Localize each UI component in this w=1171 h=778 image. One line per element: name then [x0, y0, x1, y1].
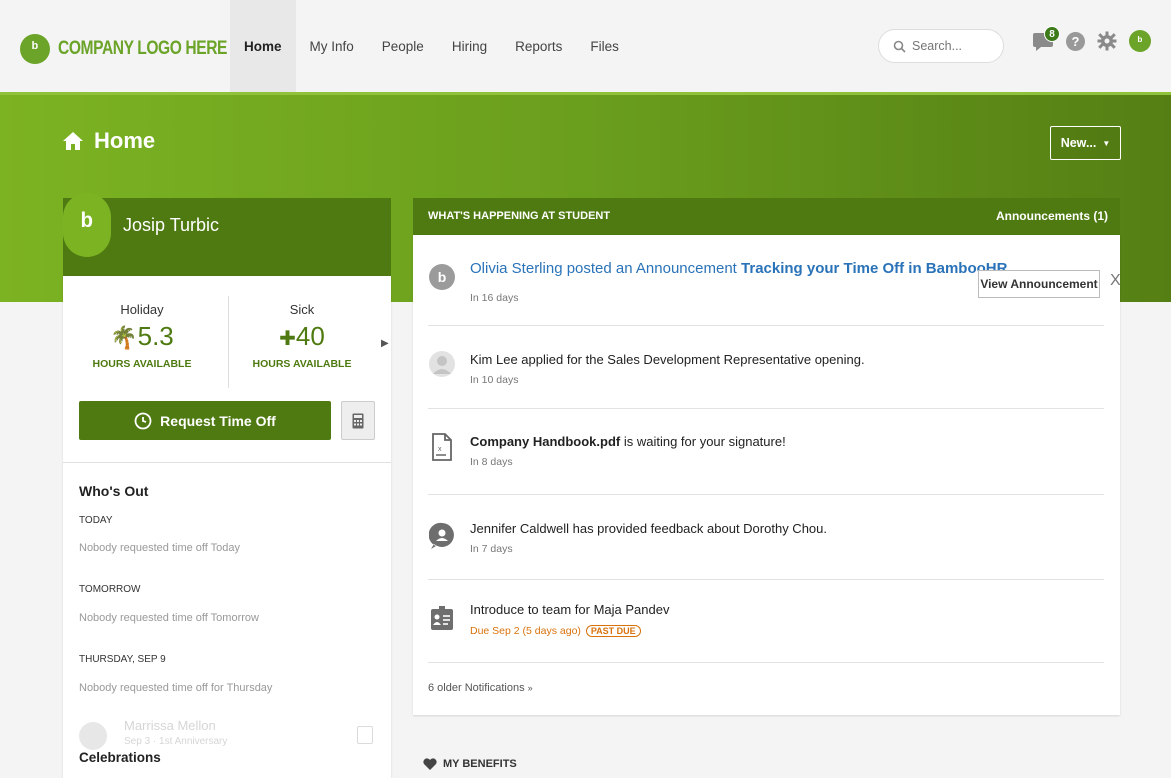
due-date: Due Sep 2 (5 days ago) PAST DUE: [470, 625, 641, 637]
svg-text:b: b: [438, 269, 447, 285]
announcements-link[interactable]: Announcements (1): [996, 209, 1108, 223]
gear-icon: [1097, 31, 1117, 51]
signature-text[interactable]: Company Handbook.pdf is waiting for your…: [470, 434, 786, 449]
user-avatar[interactable]: ᵇ: [1129, 30, 1151, 52]
request-time-off-button[interactable]: Request Time Off: [79, 401, 331, 440]
day-label-tomorrow: TOMORROW: [79, 584, 141, 595]
balance-unit: HOURS AVAILABLE: [252, 358, 352, 370]
my-benefits-title: MY BENEFITS: [443, 758, 517, 770]
feedback-icon: [428, 522, 456, 550]
svg-text:x: x: [438, 446, 442, 453]
clock-plus-icon: [134, 412, 152, 429]
day-label-thursday: THURSDAY, SEP 9: [79, 654, 166, 665]
id-card-icon: [428, 604, 456, 632]
search-input[interactable]: [912, 39, 992, 53]
balance-unit: HOURS AVAILABLE: [92, 358, 192, 370]
time-off-card: Holiday 🌴5.3 HOURS AVAILABLE Sick ✚40 HO…: [63, 276, 391, 778]
settings-button[interactable]: [1097, 31, 1117, 51]
user-avatar-icon: [428, 350, 456, 378]
avatar: [79, 722, 107, 750]
profile-header: [63, 198, 391, 276]
bamboo-avatar-icon: b: [428, 263, 456, 291]
nav-tabs: Home My Info People Hiring Reports Files: [230, 0, 633, 92]
notification-time: In 7 days: [470, 543, 513, 555]
page-title-text: Home: [94, 128, 156, 153]
chevron-down-icon: »: [527, 683, 533, 693]
notification-text[interactable]: Jennifer Caldwell has provided feedback …: [470, 521, 827, 536]
day-label-today: TODAY: [79, 515, 113, 526]
page-title: Home: [62, 128, 155, 154]
top-icons: 8 ? ᵇ: [1032, 26, 1151, 52]
tab-home[interactable]: Home: [230, 0, 296, 92]
heart-icon: [423, 758, 437, 770]
profile-name[interactable]: Josip Turbic: [123, 215, 219, 236]
list-item: Jennifer Caldwell has provided feedback …: [428, 495, 1104, 579]
calendar-icon: [357, 726, 373, 744]
balance-label: Sick: [289, 302, 315, 317]
list-item: b Olivia Sterling posted an Announcement…: [428, 235, 1121, 325]
home-icon: [63, 132, 83, 150]
older-notifications-link[interactable]: 6 older Notifications »: [428, 682, 533, 694]
my-benefits-section: MY BENEFITS: [423, 758, 517, 770]
help-icon[interactable]: ?: [1066, 31, 1085, 51]
tab-people[interactable]: People: [368, 0, 438, 92]
day-empty-today: Nobody requested time off Today: [79, 542, 241, 554]
bamboo-logo-icon: ᵇ: [20, 34, 50, 64]
celebration-detail: Sep 3 · 1st Anniversary: [124, 736, 228, 747]
notification-text[interactable]: Kim Lee applied for the Sales Developmen…: [470, 352, 865, 367]
list-item: Introduce to team for Maja Pandev Due Se…: [428, 580, 1104, 662]
bandage-icon: ✚: [279, 328, 296, 350]
close-icon[interactable]: X: [1110, 272, 1121, 290]
document-icon: x: [428, 433, 456, 461]
new-button[interactable]: New... ▼: [1050, 126, 1121, 160]
search-box[interactable]: [878, 29, 1004, 63]
day-empty-thursday: Nobody requested time off for Thursday: [79, 682, 273, 694]
top-navigation: ᵇ COMPANY LOGO HERE Home My Info People …: [0, 0, 1171, 92]
list-item: Kim Lee applied for the Sales Developmen…: [428, 326, 1104, 408]
tab-my-info[interactable]: My Info: [296, 0, 368, 92]
feed-body: b Olivia Sterling posted an Announcement…: [413, 235, 1121, 715]
celebrations-title: Celebrations: [79, 750, 161, 765]
notification-time: In 10 days: [470, 374, 519, 386]
request-time-off-label: Request Time Off: [160, 412, 276, 429]
feed-header: WHAT'S HAPPENING AT STUDENT Announcement…: [413, 198, 1120, 235]
tab-files[interactable]: Files: [576, 0, 633, 92]
holiday-balance[interactable]: Holiday 🌴5.3 HOURS AVAILABLE: [67, 302, 217, 370]
caret-down-icon: ▼: [1102, 138, 1111, 148]
notification-time: In 8 days: [470, 456, 513, 468]
new-button-label: New...: [1060, 136, 1097, 150]
day-empty-tomorrow: Nobody requested time off Tomorrow: [79, 612, 259, 624]
inbox-button[interactable]: 8: [1032, 26, 1060, 51]
notification-time: In 16 days: [470, 292, 519, 304]
list-item: x Company Handbook.pdf is waiting for yo…: [428, 409, 1104, 494]
calculator-button[interactable]: [341, 401, 375, 440]
whos-out-title: Who's Out: [79, 483, 149, 499]
feed-title: WHAT'S HAPPENING AT STUDENT: [428, 210, 611, 222]
next-arrow-icon[interactable]: ▶: [381, 338, 389, 349]
company-logo[interactable]: ᵇ COMPANY LOGO HERE: [20, 34, 264, 64]
sick-balance[interactable]: Sick ✚40 HOURS AVAILABLE: [227, 302, 377, 370]
announcement-text[interactable]: Olivia Sterling posted an Announcement T…: [470, 260, 1007, 277]
divider: [428, 662, 1104, 663]
tab-hiring[interactable]: Hiring: [438, 0, 501, 92]
celebration-name: Marrissa Mellon: [124, 718, 216, 733]
notification-badge: 8: [1044, 26, 1060, 42]
profile-avatar[interactable]: ᵇ: [63, 193, 111, 257]
view-announcement-button[interactable]: View Announcement: [978, 270, 1100, 298]
past-due-badge: PAST DUE: [585, 625, 641, 637]
notification-text[interactable]: Introduce to team for Maja Pandev: [470, 602, 669, 617]
palm-tree-icon: 🌴: [110, 325, 138, 350]
balance-value: 🌴5.3: [110, 321, 174, 351]
search-icon: [893, 40, 906, 53]
balance-value: ✚40: [279, 321, 325, 351]
tab-reports[interactable]: Reports: [501, 0, 576, 92]
logo-text: COMPANY LOGO HERE: [58, 38, 228, 59]
calculator-icon: [352, 413, 364, 428]
balance-label: Holiday: [120, 302, 164, 317]
divider: [63, 462, 391, 463]
